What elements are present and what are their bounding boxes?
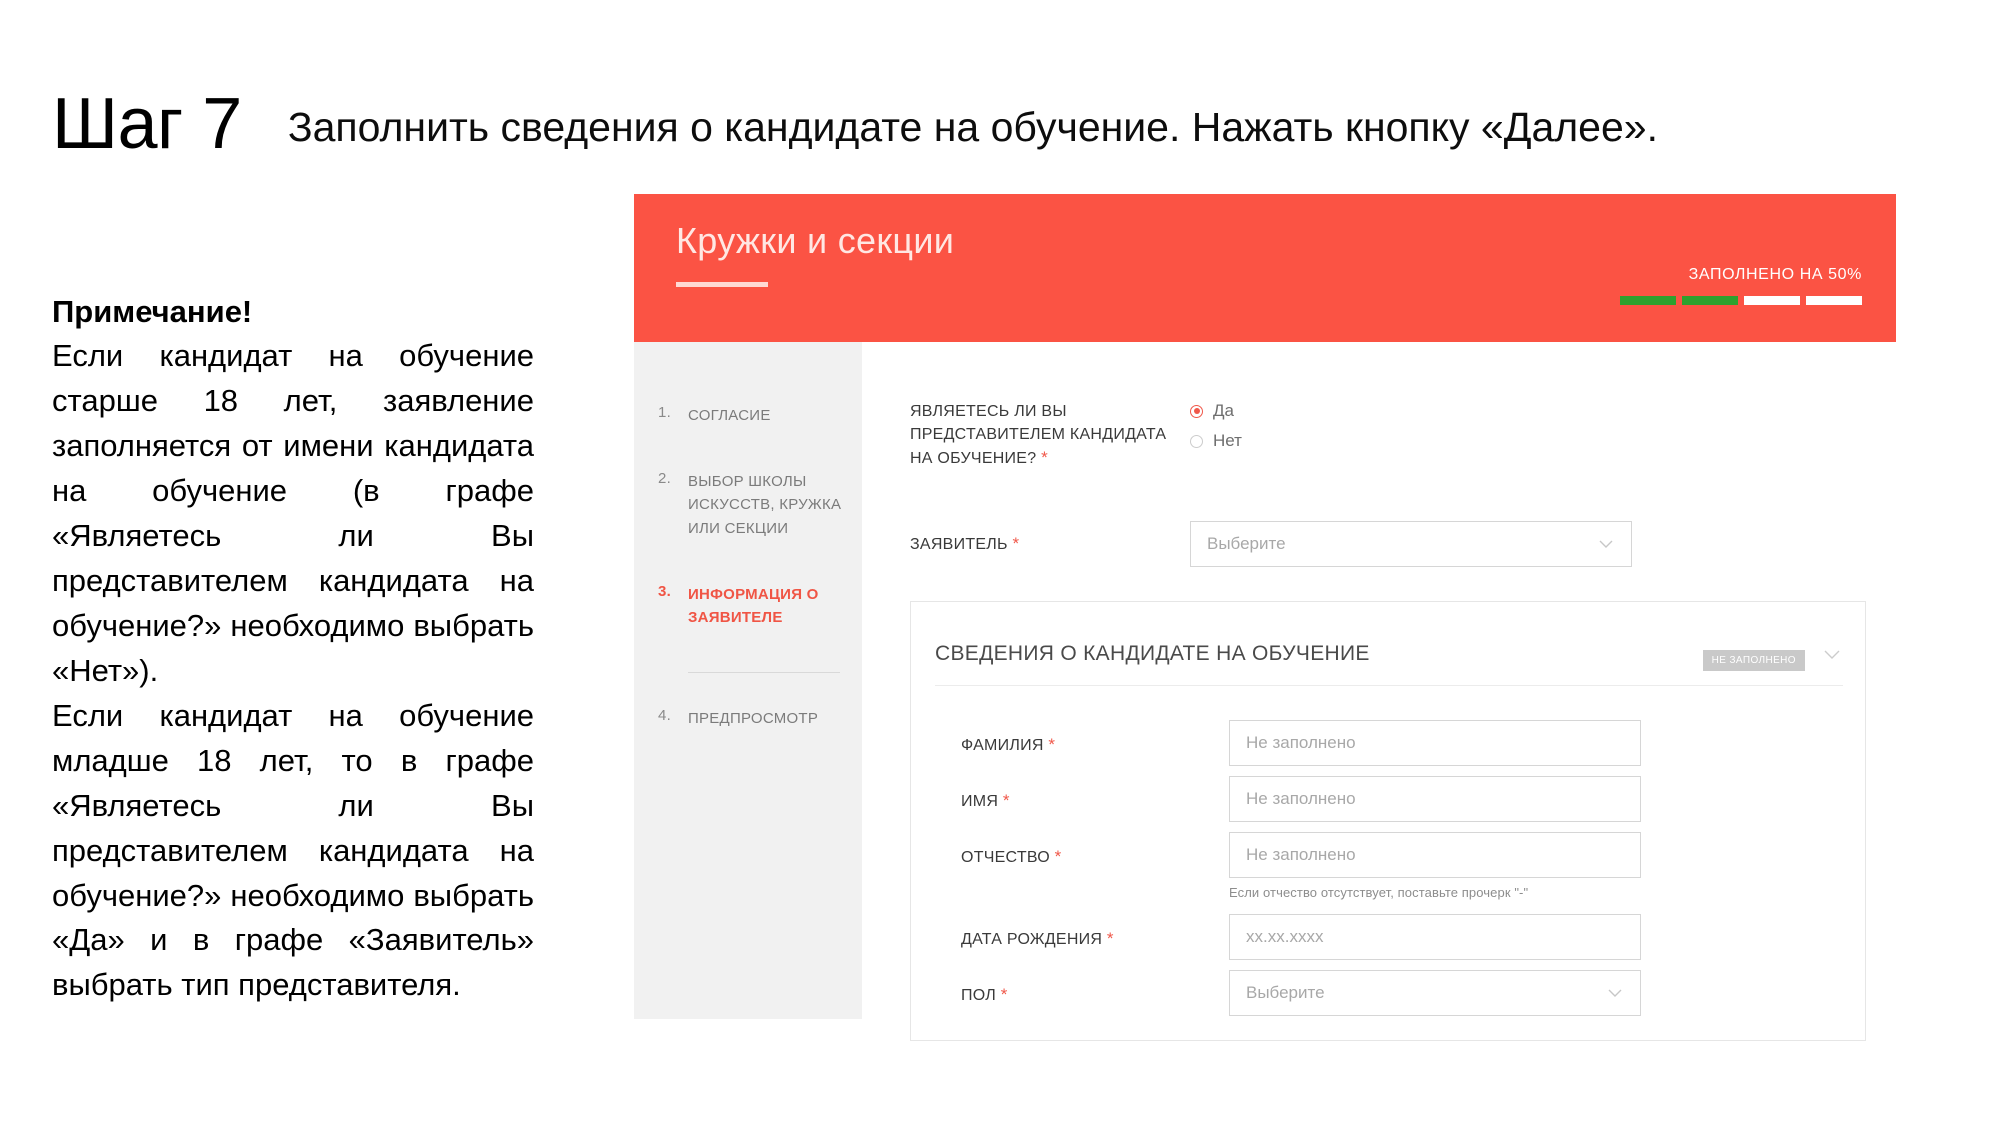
sidebar-step-2-label: ВЫБОР ШКОЛЫ ИСКУССТВ, КРУЖКА ИЛИ СЕКЦИИ: [688, 472, 842, 538]
representative-radio-group: Да Нет: [1190, 400, 1242, 461]
applicant-select-value: Выберите: [1207, 534, 1286, 554]
app-body: 1. СОГЛАСИЕ 2. ВЫБОР ШКОЛЫ ИСКУССТВ, КРУ…: [634, 342, 1896, 1065]
gender-field-wrap: Выберите: [1229, 970, 1641, 1017]
applicant-label-text: ЗАЯВИТЕЛЬ: [910, 535, 1008, 553]
required-asterisk: *: [1106, 929, 1114, 949]
note-paragraph-1: Если кандидат на обучение старше 18 лет,…: [52, 338, 534, 688]
sidebar-step-1[interactable]: 1. СОГЛАСИЕ: [634, 404, 862, 428]
radio-option-yes[interactable]: Да: [1190, 401, 1242, 421]
candidate-details-card: СВЕДЕНИЯ О КАНДИДАТЕ НА ОБУЧЕНИЕ НЕ ЗАПО…: [910, 601, 1866, 1042]
app-title-underline: [676, 282, 768, 287]
app-title: Кружки и секции: [676, 220, 955, 261]
patronymic-input-placeholder: Не заполнено: [1246, 845, 1356, 865]
birthdate-input[interactable]: xx.xx.xxxx: [1229, 914, 1641, 961]
chevron-down-icon[interactable]: [1821, 643, 1843, 665]
candidate-card-title: СВЕДЕНИЯ О КАНДИДАТЕ НА ОБУЧЕНИЕ: [935, 641, 1370, 665]
required-asterisk: *: [1041, 448, 1048, 468]
gender-select-value: Выберите: [1246, 983, 1325, 1003]
progress-segment-3: [1744, 296, 1800, 305]
steps-sidebar: 1. СОГЛАСИЕ 2. ВЫБОР ШКОЛЫ ИСКУССТВ, КРУ…: [634, 342, 862, 1019]
patronymic-label-text: ОТЧЕСТВО: [961, 849, 1050, 867]
applicant-select[interactable]: Выберите: [1190, 521, 1632, 568]
birthdate-input-placeholder: xx.xx.xxxx: [1246, 927, 1324, 947]
note-paragraph-2: Если кандидат на обучение младше 18 лет,…: [52, 697, 534, 1003]
note-title: Примечание!: [52, 294, 253, 329]
form-area: ЯВЛЯЕТЕСЬ ЛИ ВЫ ПРЕДСТАВИТЕЛЕМ КАНДИДАТА…: [862, 342, 1896, 1065]
sidebar-step-4-number: 4.: [658, 707, 672, 725]
firstname-field-wrap: Не заполнено: [1229, 776, 1641, 823]
chevron-down-icon: [1597, 535, 1615, 553]
progress-segment-2: [1682, 296, 1738, 305]
app-header: Кружки и секции ЗАПОЛНЕНО НА 50%: [634, 194, 1896, 342]
surname-input[interactable]: Не заполнено: [1229, 720, 1641, 767]
radio-option-yes-label: Да: [1213, 401, 1234, 420]
required-asterisk: *: [1000, 985, 1008, 1005]
application-screenshot: Кружки и секции ЗАПОЛНЕНО НА 50% 1. СОГЛ…: [634, 194, 1896, 1065]
firstname-input[interactable]: Не заполнено: [1229, 776, 1641, 823]
step-instruction-text: Заполнить сведения о кандидате на обучен…: [287, 104, 1658, 150]
progress-label: ЗАПОЛНЕНО НА 50%: [1688, 266, 1862, 283]
field-row-birthdate: ДАТА РОЖДЕНИЯ * xx.xx.xxxx: [911, 914, 1865, 961]
surname-label-text: ФАМИЛИЯ: [961, 737, 1044, 755]
birthdate-label-text: ДАТА РОЖДЕНИЯ: [961, 931, 1103, 949]
surname-field-wrap: Не заполнено: [1229, 720, 1641, 767]
patronymic-field-wrap: Не заполнено Если отчество отсутствует, …: [1229, 832, 1641, 900]
candidate-card-fields: ФАМИЛИЯ * Не заполнено ИМЯ * Не заполнен…: [911, 686, 1865, 1017]
sidebar-step-4-label: ПРЕДПРОСМОТР: [688, 710, 819, 728]
sidebar-step-2[interactable]: 2. ВЫБОР ШКОЛЫ ИСКУССТВ, КРУЖКА ИЛИ СЕКЦ…: [634, 470, 862, 541]
required-asterisk: *: [1012, 533, 1020, 553]
radio-selected-icon[interactable]: [1190, 404, 1203, 418]
sidebar-step-4[interactable]: 4. ПРЕДПРОСМОТР: [634, 707, 862, 731]
progress-segment-1: [1620, 296, 1676, 305]
status-badge: НЕ ЗАПОЛНЕНО: [1702, 650, 1805, 672]
patronymic-hint: Если отчество отсутствует, поставьте про…: [1229, 885, 1529, 901]
representative-question-row: ЯВЛЯЕТЕСЬ ЛИ ВЫ ПРЕДСТАВИТЕЛЕМ КАНДИДАТА…: [862, 400, 1896, 471]
firstname-label-text: ИМЯ: [961, 793, 999, 811]
field-row-patronymic: ОТЧЕСТВО * Не заполнено Если отчество от…: [911, 832, 1865, 900]
sidebar-step-1-number: 1.: [658, 404, 672, 421]
birthdate-label: ДАТА РОЖДЕНИЯ *: [961, 914, 1229, 952]
representative-question-label: ЯВЛЯЕТЕСЬ ЛИ ВЫ ПРЕДСТАВИТЕЛЕМ КАНДИДАТА…: [910, 400, 1190, 471]
field-row-firstname: ИМЯ * Не заполнено: [911, 776, 1865, 823]
radio-option-no-label: Нет: [1213, 431, 1242, 450]
required-asterisk: *: [1048, 735, 1056, 755]
radio-unselected-icon[interactable]: [1190, 434, 1203, 448]
applicant-row: ЗАЯВИТЕЛЬ * Выберите: [862, 521, 1896, 568]
gender-label-text: ПОЛ: [961, 987, 997, 1005]
firstname-input-placeholder: Не заполнено: [1246, 789, 1356, 809]
gender-label: ПОЛ *: [961, 970, 1229, 1008]
sidebar-step-3[interactable]: 3. ИНФОРМАЦИЯ О ЗАЯВИТЕЛЕ: [634, 583, 862, 630]
progress-bar: [1562, 296, 1862, 305]
progress-block: ЗАПОЛНЕНО НА 50%: [1562, 266, 1862, 305]
candidate-card-header[interactable]: СВЕДЕНИЯ О КАНДИДАТЕ НА ОБУЧЕНИЕ НЕ ЗАПО…: [911, 602, 1865, 672]
note-column: Примечание! Если кандидат на обучение ст…: [52, 292, 534, 1008]
patronymic-input[interactable]: Не заполнено: [1229, 832, 1641, 879]
representative-question-text: ЯВЛЯЕТЕСЬ ЛИ ВЫ ПРЕДСТАВИТЕЛЕМ КАНДИДАТА…: [910, 403, 1167, 468]
sidebar-step-2-number: 2.: [658, 469, 672, 487]
radio-option-no[interactable]: Нет: [1190, 431, 1242, 451]
sidebar-step-3-label: ИНФОРМАЦИЯ О ЗАЯВИТЕЛЕ: [688, 585, 819, 627]
patronymic-label: ОТЧЕСТВО *: [961, 832, 1229, 870]
slide-heading: Шаг 7 Заполнить сведения о кандидате на …: [52, 84, 1852, 160]
sidebar-step-3-number: 3.: [658, 582, 672, 600]
surname-label: ФАМИЛИЯ *: [961, 720, 1229, 758]
applicant-label: ЗАЯВИТЕЛЬ *: [910, 532, 1190, 557]
field-row-gender: ПОЛ * Выберите: [911, 970, 1865, 1017]
birthdate-field-wrap: xx.xx.xxxx: [1229, 914, 1641, 961]
sidebar-divider: [688, 672, 840, 674]
step-number-label: Шаг 7: [52, 84, 242, 164]
field-row-surname: ФАМИЛИЯ * Не заполнено: [911, 720, 1865, 767]
sidebar-step-1-label: СОГЛАСИЕ: [688, 407, 771, 424]
firstname-label: ИМЯ *: [961, 776, 1229, 814]
progress-segment-4: [1806, 296, 1862, 305]
required-asterisk: *: [1054, 847, 1062, 867]
chevron-down-icon: [1606, 984, 1624, 1002]
gender-select[interactable]: Выберите: [1229, 970, 1641, 1017]
surname-input-placeholder: Не заполнено: [1246, 733, 1356, 753]
required-asterisk: *: [1002, 791, 1010, 811]
